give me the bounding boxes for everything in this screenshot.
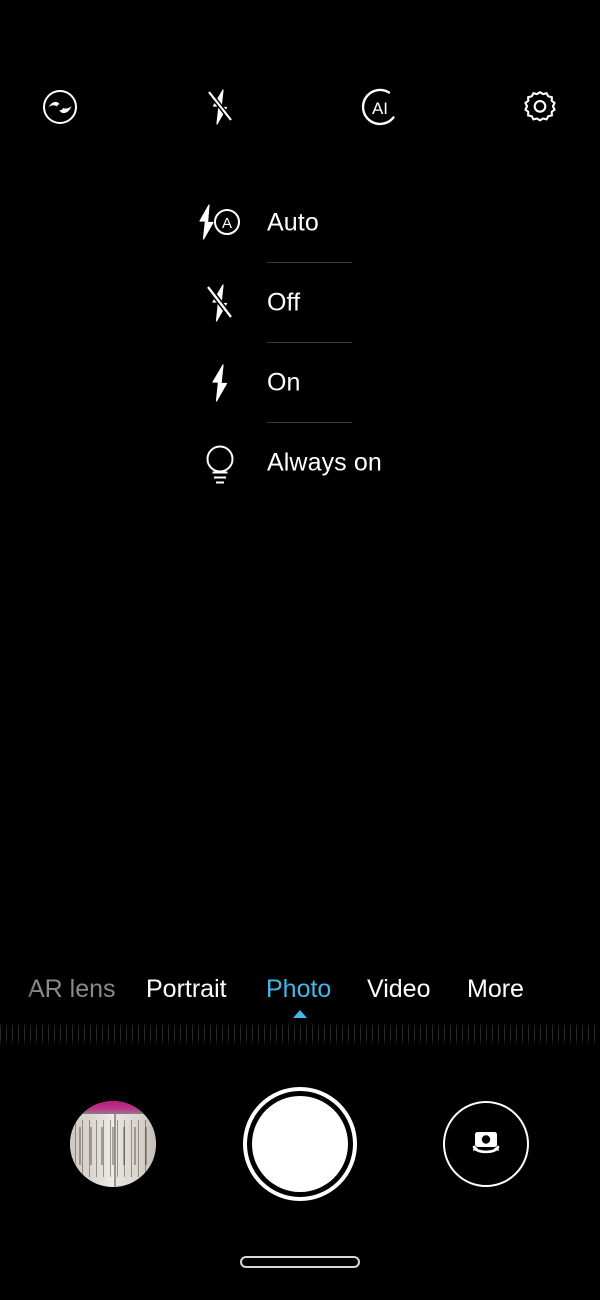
- flash-option-on[interactable]: On: [0, 343, 600, 423]
- shutter-inner-circle: [252, 1096, 348, 1192]
- ai-icon: AI: [359, 86, 401, 128]
- gallery-thumbnail-image: [70, 1101, 156, 1187]
- settings-gear-icon: [520, 87, 560, 127]
- mode-ar-lens[interactable]: AR lens: [28, 968, 116, 1010]
- thumbnail-book-spine: [113, 1111, 116, 1187]
- moving-picture-button[interactable]: [25, 72, 95, 142]
- thumbnail-pink-band: [70, 1101, 156, 1114]
- flash-toggle-button[interactable]: [185, 72, 255, 142]
- mode-portrait[interactable]: Portrait: [146, 968, 227, 1010]
- camera-screen: AI A Auto Off On Always on AR lens Portr…: [0, 0, 600, 1300]
- mode-more[interactable]: More: [467, 968, 524, 1010]
- flash-option-auto[interactable]: A Auto: [0, 183, 600, 263]
- gallery-thumbnail[interactable]: [70, 1101, 156, 1187]
- flash-off-icon: [200, 85, 240, 129]
- lightbulb-icon: [193, 436, 247, 490]
- flash-option-label: On: [267, 368, 301, 397]
- svg-text:AI: AI: [372, 99, 388, 118]
- switch-camera-button[interactable]: [443, 1101, 529, 1187]
- flash-on-icon: [193, 356, 247, 410]
- flash-option-off[interactable]: Off: [0, 263, 600, 343]
- flash-off-icon: [193, 276, 247, 330]
- mode-video[interactable]: Video: [367, 968, 431, 1010]
- top-control-bar: AI: [0, 72, 600, 142]
- flash-auto-icon: A: [193, 196, 247, 250]
- shutter-button[interactable]: [243, 1087, 357, 1201]
- active-mode-indicator: [293, 1010, 307, 1018]
- home-indicator[interactable]: [240, 1256, 360, 1268]
- flash-option-label: Off: [267, 288, 301, 317]
- flash-option-label: Always on: [267, 448, 382, 477]
- flash-option-label: Auto: [267, 208, 319, 237]
- zoom-ruler[interactable]: [0, 1024, 600, 1044]
- settings-button[interactable]: [505, 72, 575, 142]
- mode-photo[interactable]: Photo: [266, 968, 331, 1010]
- ai-toggle-button[interactable]: AI: [345, 72, 415, 142]
- svg-text:A: A: [222, 215, 232, 232]
- switch-camera-icon: [462, 1120, 510, 1169]
- flash-option-always-on[interactable]: Always on: [0, 423, 600, 503]
- flash-options-menu: A Auto Off On Always on: [0, 183, 600, 503]
- moving-picture-icon: [40, 87, 80, 127]
